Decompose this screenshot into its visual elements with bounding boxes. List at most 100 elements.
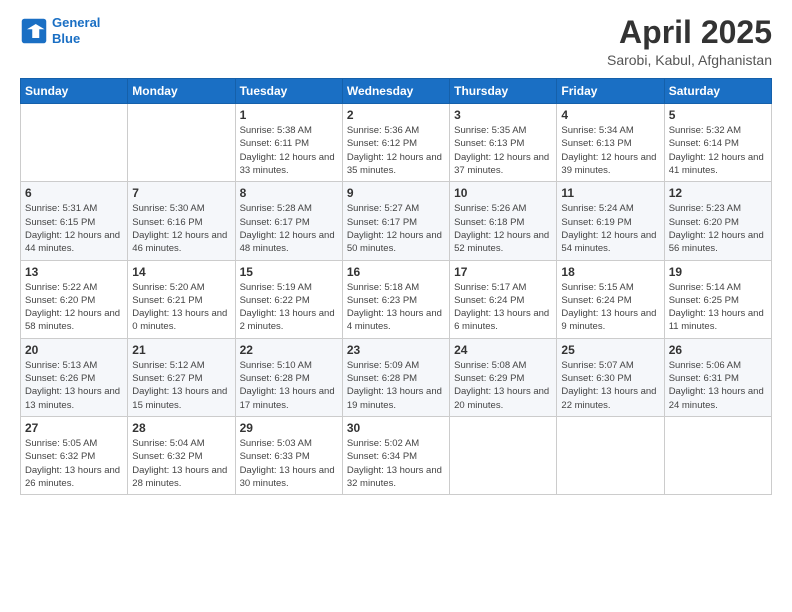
calendar-week-row: 20 Sunrise: 5:13 AMSunset: 6:26 PMDayligh… xyxy=(21,338,772,416)
day-number: 24 xyxy=(454,343,552,357)
header: General Blue April 2025 Sarobi, Kabul, A… xyxy=(20,15,772,68)
day-info: Sunrise: 5:35 AMSunset: 6:13 PMDaylight:… xyxy=(454,124,552,177)
calendar-cell: 12Sunrise: 5:23 AMSunset: 6:20 PMDayligh… xyxy=(664,182,771,260)
calendar-cell: 18 Sunrise: 5:15 AMSunset: 6:24 PMDayligh… xyxy=(557,260,664,338)
day-number: 18 xyxy=(561,265,659,279)
day-number: 1 xyxy=(240,108,338,122)
day-info: Sunrise: 5:10 AMSunset: 6:28 PMDaylight:… xyxy=(240,359,338,412)
day-info: Sunrise: 5:28 AMSunset: 6:17 PMDaylight:… xyxy=(240,202,338,255)
day-info: Sunrise: 5:15 AMSunset: 6:24 PMDaylight:… xyxy=(561,281,659,334)
day-info: Sunrise: 5:08 AMSunset: 6:29 PMDaylight:… xyxy=(454,359,552,412)
day-number: 2 xyxy=(347,108,445,122)
calendar-cell: 13 Sunrise: 5:22 AMSunset: 6:20 PMDayligh… xyxy=(21,260,128,338)
calendar-cell: 27 Sunrise: 5:05 AMSunset: 6:32 PMDayligh… xyxy=(21,416,128,494)
calendar-cell: 10 Sunrise: 5:26 AMSunset: 6:18 PMDayligh… xyxy=(450,182,557,260)
day-number: 30 xyxy=(347,421,445,435)
calendar-week-row: 1 Sunrise: 5:38 AMSunset: 6:11 PMDaylight… xyxy=(21,104,772,182)
title-block: April 2025 Sarobi, Kabul, Afghanistan xyxy=(607,15,772,68)
calendar-cell: 22 Sunrise: 5:10 AMSunset: 6:28 PMDayligh… xyxy=(235,338,342,416)
day-info: Sunrise: 5:38 AMSunset: 6:11 PMDaylight:… xyxy=(240,124,338,177)
day-info: Sunrise: 5:04 AMSunset: 6:32 PMDaylight:… xyxy=(132,437,230,490)
calendar-cell: 9Sunrise: 5:27 AMSunset: 6:17 PMDaylight… xyxy=(342,182,449,260)
day-number: 11 xyxy=(561,186,659,200)
calendar-cell: 21Sunrise: 5:12 AMSunset: 6:27 PMDayligh… xyxy=(128,338,235,416)
calendar-cell: 3 Sunrise: 5:35 AMSunset: 6:13 PMDaylight… xyxy=(450,104,557,182)
day-number: 29 xyxy=(240,421,338,435)
month-title: April 2025 xyxy=(607,15,772,50)
day-number: 17 xyxy=(454,265,552,279)
calendar-cell: 19Sunrise: 5:14 AMSunset: 6:25 PMDayligh… xyxy=(664,260,771,338)
weekday-header: Thursday xyxy=(450,79,557,104)
logo-line2: Blue xyxy=(52,31,80,46)
day-info: Sunrise: 5:17 AMSunset: 6:24 PMDaylight:… xyxy=(454,281,552,334)
day-info: Sunrise: 5:22 AMSunset: 6:20 PMDaylight:… xyxy=(25,281,123,334)
calendar-cell: 25 Sunrise: 5:07 AMSunset: 6:30 PMDayligh… xyxy=(557,338,664,416)
day-info: Sunrise: 5:26 AMSunset: 6:18 PMDaylight:… xyxy=(454,202,552,255)
day-number: 4 xyxy=(561,108,659,122)
location: Sarobi, Kabul, Afghanistan xyxy=(607,52,772,68)
calendar-cell: 15 Sunrise: 5:19 AMSunset: 6:22 PMDayligh… xyxy=(235,260,342,338)
calendar-cell xyxy=(450,416,557,494)
day-number: 23 xyxy=(347,343,445,357)
day-number: 14 xyxy=(132,265,230,279)
day-info: Sunrise: 5:03 AMSunset: 6:33 PMDaylight:… xyxy=(240,437,338,490)
calendar-cell xyxy=(21,104,128,182)
day-number: 3 xyxy=(454,108,552,122)
day-number: 10 xyxy=(454,186,552,200)
day-number: 8 xyxy=(240,186,338,200)
day-info: Sunrise: 5:07 AMSunset: 6:30 PMDaylight:… xyxy=(561,359,659,412)
day-info: Sunrise: 5:30 AMSunset: 6:16 PMDaylight:… xyxy=(132,202,230,255)
weekday-header: Monday xyxy=(128,79,235,104)
calendar-cell: 17 Sunrise: 5:17 AMSunset: 6:24 PMDayligh… xyxy=(450,260,557,338)
weekday-header: Wednesday xyxy=(342,79,449,104)
day-number: 19 xyxy=(669,265,767,279)
day-info: Sunrise: 5:27 AMSunset: 6:17 PMDaylight:… xyxy=(347,202,445,255)
calendar-cell: 24 Sunrise: 5:08 AMSunset: 6:29 PMDayligh… xyxy=(450,338,557,416)
day-info: Sunrise: 5:05 AMSunset: 6:32 PMDaylight:… xyxy=(25,437,123,490)
calendar-cell: 1 Sunrise: 5:38 AMSunset: 6:11 PMDaylight… xyxy=(235,104,342,182)
weekday-header: Sunday xyxy=(21,79,128,104)
calendar-cell: 6Sunrise: 5:31 AMSunset: 6:15 PMDaylight… xyxy=(21,182,128,260)
day-number: 25 xyxy=(561,343,659,357)
day-info: Sunrise: 5:32 AMSunset: 6:14 PMDaylight:… xyxy=(669,124,767,177)
calendar-cell: 4Sunrise: 5:34 AMSunset: 6:13 PMDaylight… xyxy=(557,104,664,182)
day-number: 5 xyxy=(669,108,767,122)
day-number: 27 xyxy=(25,421,123,435)
calendar-cell: 2 Sunrise: 5:36 AMSunset: 6:12 PMDaylight… xyxy=(342,104,449,182)
calendar-cell xyxy=(128,104,235,182)
day-number: 26 xyxy=(669,343,767,357)
logo-text: General Blue xyxy=(52,15,100,46)
day-number: 13 xyxy=(25,265,123,279)
day-info: Sunrise: 5:20 AMSunset: 6:21 PMDaylight:… xyxy=(132,281,230,334)
day-info: Sunrise: 5:19 AMSunset: 6:22 PMDaylight:… xyxy=(240,281,338,334)
calendar-cell: 30 Sunrise: 5:02 AMSunset: 6:34 PMDayligh… xyxy=(342,416,449,494)
day-info: Sunrise: 5:13 AMSunset: 6:26 PMDaylight:… xyxy=(25,359,123,412)
calendar-cell: 26Sunrise: 5:06 AMSunset: 6:31 PMDayligh… xyxy=(664,338,771,416)
calendar-cell: 11 Sunrise: 5:24 AMSunset: 6:19 PMDayligh… xyxy=(557,182,664,260)
calendar-cell: 5 Sunrise: 5:32 AMSunset: 6:14 PMDaylight… xyxy=(664,104,771,182)
day-number: 7 xyxy=(132,186,230,200)
weekday-header: Saturday xyxy=(664,79,771,104)
day-info: Sunrise: 5:02 AMSunset: 6:34 PMDaylight:… xyxy=(347,437,445,490)
day-number: 22 xyxy=(240,343,338,357)
calendar-cell xyxy=(664,416,771,494)
weekday-header: Tuesday xyxy=(235,79,342,104)
day-number: 12 xyxy=(669,186,767,200)
day-info: Sunrise: 5:24 AMSunset: 6:19 PMDaylight:… xyxy=(561,202,659,255)
logo: General Blue xyxy=(20,15,100,46)
day-info: Sunrise: 5:36 AMSunset: 6:12 PMDaylight:… xyxy=(347,124,445,177)
day-info: Sunrise: 5:18 AMSunset: 6:23 PMDaylight:… xyxy=(347,281,445,334)
logo-line1: General xyxy=(52,15,100,30)
day-info: Sunrise: 5:31 AMSunset: 6:15 PMDaylight:… xyxy=(25,202,123,255)
calendar-week-row: 27 Sunrise: 5:05 AMSunset: 6:32 PMDayligh… xyxy=(21,416,772,494)
calendar-cell: 29 Sunrise: 5:03 AMSunset: 6:33 PMDayligh… xyxy=(235,416,342,494)
calendar-cell: 23Sunrise: 5:09 AMSunset: 6:28 PMDayligh… xyxy=(342,338,449,416)
calendar-cell: 14 Sunrise: 5:20 AMSunset: 6:21 PMDayligh… xyxy=(128,260,235,338)
calendar-cell xyxy=(557,416,664,494)
logo-icon xyxy=(20,17,48,45)
day-number: 15 xyxy=(240,265,338,279)
calendar-week-row: 6Sunrise: 5:31 AMSunset: 6:15 PMDaylight… xyxy=(21,182,772,260)
day-number: 20 xyxy=(25,343,123,357)
calendar-week-row: 13 Sunrise: 5:22 AMSunset: 6:20 PMDayligh… xyxy=(21,260,772,338)
day-number: 21 xyxy=(132,343,230,357)
